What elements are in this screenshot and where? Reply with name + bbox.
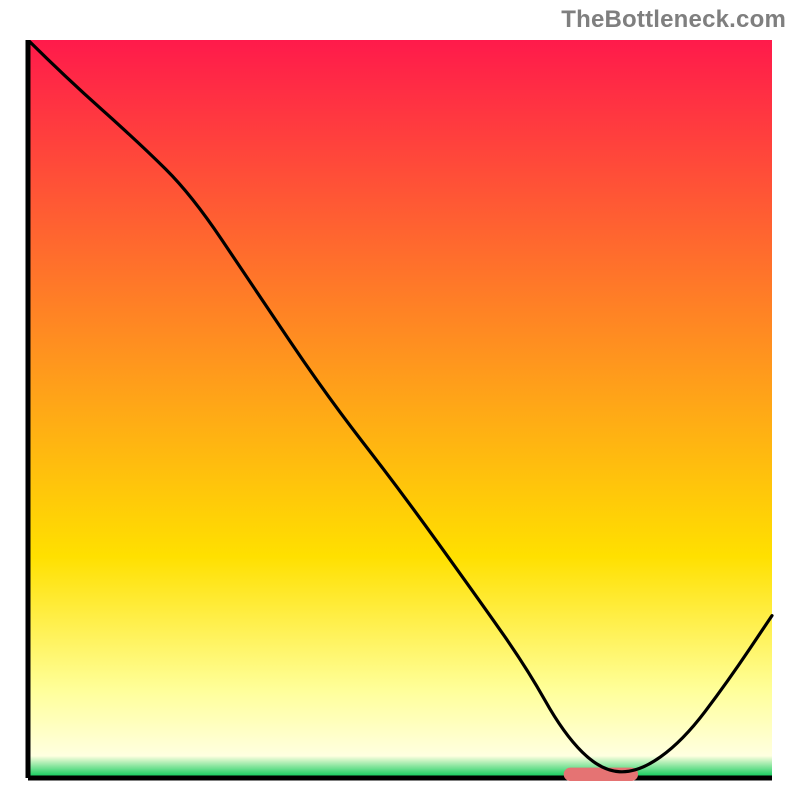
gradient-background [28, 40, 772, 778]
watermark-text: TheBottleneck.com [561, 6, 786, 34]
plot-area [24, 40, 776, 782]
chart-root: TheBottleneck.com [0, 0, 800, 800]
bottleneck-chart [24, 40, 776, 782]
target-bar [564, 768, 638, 781]
